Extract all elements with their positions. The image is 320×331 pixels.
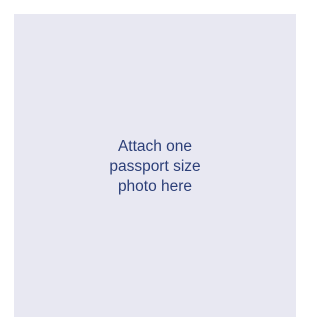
photo-upload-instructions: Attach one passport size photo here (80, 137, 230, 197)
instruction-line-2: passport size (109, 157, 201, 175)
photo-upload-area[interactable]: Attach one passport size photo here (14, 14, 296, 317)
instruction-line-1: Attach one (117, 137, 193, 155)
instruction-line-3: photo here (117, 177, 193, 195)
